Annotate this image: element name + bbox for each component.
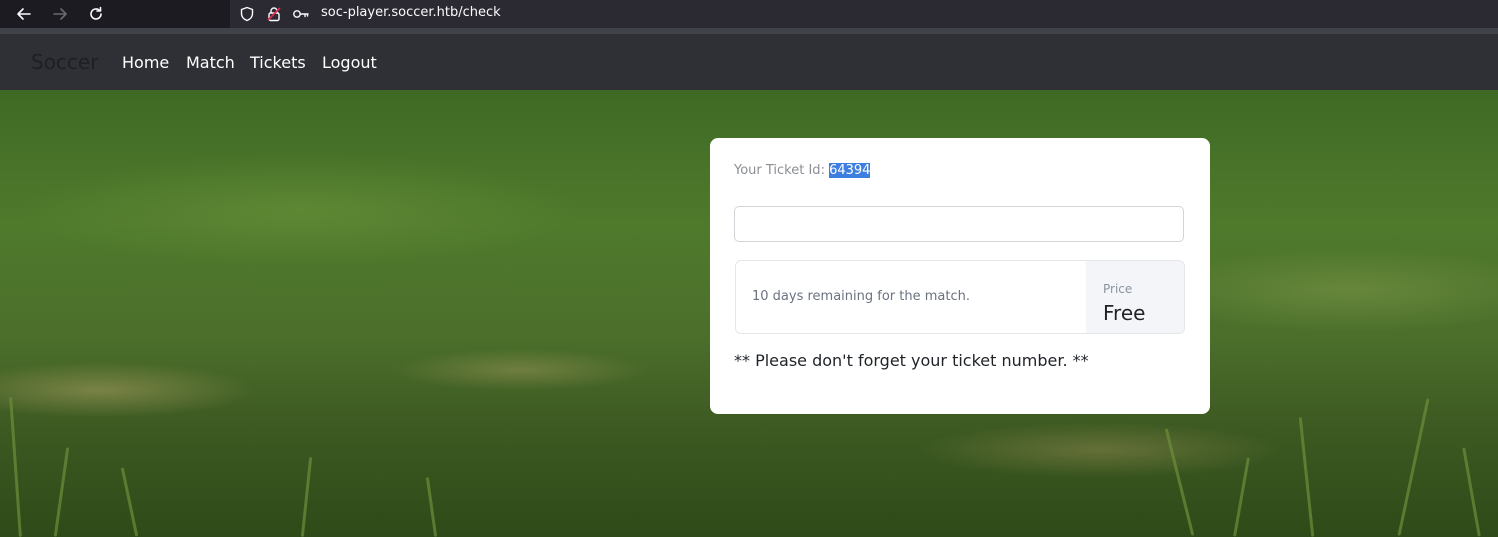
nav-link-tickets[interactable]: Tickets: [250, 53, 306, 72]
site-navbar: Soccer Home Match Tickets Logout: [0, 34, 1498, 90]
price-value: Free: [1103, 301, 1146, 325]
grass-blade: [300, 457, 313, 537]
insecure-lock-icon[interactable]: [265, 5, 283, 23]
grass-blade: [425, 477, 438, 537]
grass-blade: [9, 397, 22, 537]
shield-icon[interactable]: [238, 5, 256, 23]
nav-link-home[interactable]: Home: [122, 53, 169, 72]
grass-blade: [1397, 398, 1430, 536]
grass-blade: [1462, 447, 1481, 537]
ticket-id-label: Your Ticket Id:: [734, 163, 825, 178]
price-panel: Price Free: [1086, 261, 1184, 333]
back-arrow-icon[interactable]: [14, 4, 34, 24]
grass-blade: [53, 447, 70, 537]
brand-logo[interactable]: Soccer: [31, 50, 98, 74]
ticket-number-input[interactable]: [734, 206, 1184, 242]
nav-link-logout[interactable]: Logout: [322, 53, 377, 72]
reload-icon[interactable]: [86, 4, 106, 24]
ticket-reminder-text: ** Please don't forget your ticket numbe…: [734, 351, 1089, 370]
days-remaining-text: 10 days remaining for the match.: [752, 289, 970, 304]
grass-blade: [120, 467, 139, 537]
ticket-id-value[interactable]: 64394: [829, 163, 871, 178]
ticket-id-line: Your Ticket Id: 64394: [734, 163, 871, 178]
ticket-card: Your Ticket Id: 64394 10 days remaining …: [710, 138, 1210, 414]
match-info-box: 10 days remaining for the match. Price F…: [735, 260, 1185, 334]
key-icon[interactable]: [292, 5, 310, 23]
address-bar[interactable]: soc-player.soccer.htb/check: [230, 0, 1498, 28]
price-label: Price: [1103, 282, 1133, 296]
forward-arrow-icon[interactable]: [50, 4, 70, 24]
nav-link-match[interactable]: Match: [186, 53, 235, 72]
browser-toolbar: soc-player.soccer.htb/check: [0, 0, 1498, 28]
grass-blade: [1298, 417, 1315, 537]
grass-blade: [1164, 428, 1195, 536]
grass-blade: [1233, 457, 1250, 537]
url-text[interactable]: soc-player.soccer.htb/check: [321, 5, 501, 20]
